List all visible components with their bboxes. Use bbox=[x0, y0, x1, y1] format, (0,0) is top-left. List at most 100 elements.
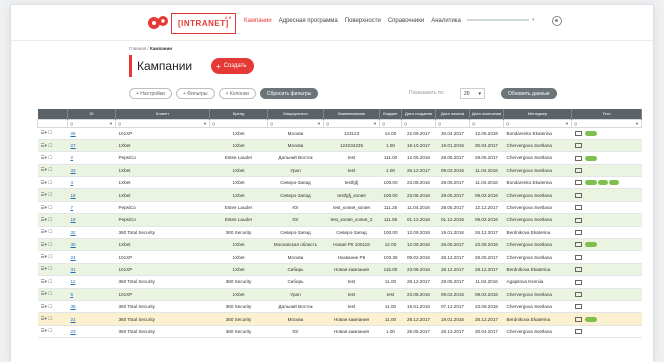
columns-button[interactable]: + Колонки bbox=[218, 88, 256, 99]
checkbox[interactable]: ☐ bbox=[48, 167, 52, 172]
campaign-id-link[interactable]: 18 bbox=[67, 188, 116, 202]
menu-icon[interactable]: ☰▾ bbox=[41, 130, 47, 135]
comment-icon[interactable] bbox=[574, 229, 582, 235]
create-button[interactable]: + Создать bbox=[211, 58, 255, 74]
row-actions[interactable]: ☰▾ ☐ bbox=[37, 226, 68, 240]
comment-icon[interactable] bbox=[574, 291, 582, 297]
menu-icon[interactable]: ☰▾ bbox=[41, 291, 47, 296]
table-row[interactable]: ☰▾ ☐ 31 101XP 1Xbet Сибирь Новая кампания 115.… bbox=[37, 263, 642, 277]
row-actions[interactable]: ☰▾ ☐ bbox=[37, 139, 68, 153]
column-header-name[interactable]: Наименование bbox=[323, 109, 380, 119]
menu-icon[interactable]: ☰▾ bbox=[41, 205, 47, 210]
row-actions[interactable]: ☰▾ ☐ bbox=[37, 238, 68, 252]
filters-button[interactable]: + Фильтры bbox=[175, 88, 215, 99]
campaign-id-link[interactable]: 7 bbox=[67, 201, 116, 215]
menu-icon[interactable]: ☰▾ bbox=[41, 229, 47, 234]
checkbox[interactable]: ☐ bbox=[48, 279, 52, 284]
tag-badge[interactable] bbox=[608, 180, 619, 186]
checkbox[interactable]: ☐ bbox=[48, 229, 52, 234]
filter-icon[interactable]: ▼ bbox=[203, 121, 207, 126]
nav-address-program[interactable]: Адресная программа bbox=[279, 18, 338, 24]
comment-icon[interactable] bbox=[574, 254, 582, 260]
checkbox[interactable]: ☐ bbox=[48, 316, 52, 321]
table-row[interactable]: ☰▾ ☐ 4 1Xbet 1Xbet Северо-Запад testfgfj 100.0… bbox=[37, 176, 642, 190]
checkbox[interactable]: ☐ bbox=[48, 155, 52, 160]
menu-icon[interactable]: ☰▾ bbox=[41, 266, 47, 271]
menu-icon[interactable]: ☰▾ bbox=[41, 167, 47, 172]
checkbox[interactable]: ☐ bbox=[48, 217, 52, 222]
campaign-id-link[interactable]: 32 bbox=[67, 226, 116, 240]
campaign-id-link[interactable]: 21 bbox=[67, 312, 116, 326]
table-row[interactable]: ☰▾ ☐ 18 1Xbet 1Xbet Северо-Запад testfgfj_коп… bbox=[37, 188, 642, 202]
campaign-id-link[interactable]: 33 bbox=[67, 164, 116, 178]
menu-icon[interactable]: ☰▾ bbox=[41, 192, 47, 197]
campaign-id-link[interactable]: 30 bbox=[67, 238, 116, 252]
checkbox[interactable]: ☐ bbox=[48, 266, 52, 271]
campaign-id-link[interactable]: 4 bbox=[67, 176, 116, 190]
campaign-id-link[interactable]: 31 bbox=[67, 263, 116, 277]
table-row[interactable]: ☰▾ ☐ 30 1Xbet 1Xbet Московская область Новая … bbox=[37, 238, 642, 252]
column-header-client[interactable]: Клиент bbox=[115, 109, 210, 119]
row-actions[interactable]: ☰▾ ☐ bbox=[37, 312, 68, 326]
table-row[interactable]: ☰▾ ☐ 23 360 Total Security 360 Security Юг Но… bbox=[37, 325, 642, 339]
filter-icon[interactable]: ▼ bbox=[109, 121, 113, 126]
comment-icon[interactable] bbox=[574, 205, 582, 211]
table-row[interactable]: ☰▾ ☐ 24 101XP 1Xbet Москва Название РК 100.36 0… bbox=[37, 250, 642, 264]
checkbox[interactable]: ☐ bbox=[48, 192, 52, 197]
tag-badge[interactable] bbox=[584, 155, 597, 161]
menu-icon[interactable]: ☰▾ bbox=[41, 242, 47, 247]
checkbox[interactable]: ☐ bbox=[48, 328, 52, 333]
filter-icon[interactable]: ▼ bbox=[373, 121, 377, 126]
menu-icon[interactable]: ☰▾ bbox=[41, 279, 47, 284]
comment-icon[interactable] bbox=[574, 316, 582, 322]
tag-badge[interactable] bbox=[584, 130, 597, 136]
filter-icon[interactable]: ▼ bbox=[317, 121, 321, 126]
comment-icon[interactable] bbox=[574, 143, 582, 149]
row-actions[interactable]: ☰▾ ☐ bbox=[37, 275, 68, 289]
checkbox[interactable]: ☐ bbox=[48, 205, 52, 210]
nav-directories[interactable]: Справочники bbox=[388, 18, 424, 24]
comment-icon[interactable] bbox=[574, 267, 582, 273]
table-row[interactable]: ☰▾ ☐ 2 PepsiCo Estee Lauder Дальний Восток te… bbox=[37, 151, 642, 165]
checkbox[interactable]: ☐ bbox=[48, 130, 52, 135]
campaign-id-link[interactable]: 36 bbox=[67, 300, 116, 314]
comment-icon[interactable] bbox=[574, 279, 582, 285]
tag-badge[interactable] bbox=[584, 180, 597, 186]
column-header-id[interactable]: ID bbox=[67, 109, 116, 119]
checkbox[interactable]: ☐ bbox=[48, 254, 52, 259]
column-header-brand[interactable]: Бренд bbox=[209, 109, 268, 119]
filter-icon[interactable]: ▼ bbox=[635, 121, 639, 126]
filter-input-manager[interactable]: Q ▼ bbox=[503, 118, 572, 128]
filter-input-client[interactable]: Q ▼ bbox=[115, 118, 210, 128]
column-header-manager[interactable]: Менеджер bbox=[503, 109, 572, 119]
page-size-select[interactable]: 20 ▾ bbox=[460, 88, 485, 99]
filter-input-budget[interactable]: Q bbox=[379, 118, 402, 128]
menu-icon[interactable]: ☰▾ bbox=[41, 143, 47, 148]
menu-icon[interactable]: ☰▾ bbox=[41, 180, 47, 185]
refresh-data-button[interactable]: Обновить данные bbox=[501, 88, 557, 99]
tag-badge[interactable] bbox=[597, 180, 608, 186]
campaign-id-link[interactable]: 11 bbox=[67, 275, 116, 289]
row-actions[interactable]: ☰▾ ☐ bbox=[37, 151, 68, 165]
table-row[interactable]: ☰▾ ☐ 19 PepsiCo Estee Lauder Юг test_копия_ко… bbox=[37, 213, 642, 227]
checkbox[interactable]: ☐ bbox=[48, 143, 52, 148]
row-actions[interactable]: ☰▾ ☐ bbox=[37, 250, 68, 264]
reset-filters-button[interactable]: Сбросить фильтры bbox=[259, 88, 319, 99]
column-header-created[interactable]: Дата создания bbox=[401, 109, 436, 119]
nav-analytics[interactable]: Аналитика bbox=[431, 18, 461, 24]
breadcrumb-home[interactable]: Главная bbox=[129, 46, 146, 51]
comment-icon[interactable] bbox=[574, 192, 582, 198]
row-actions[interactable]: ☰▾ ☐ bbox=[37, 201, 68, 215]
nav-campaigns[interactable]: Кампании bbox=[244, 18, 272, 24]
row-actions[interactable]: ☰▾ ☐ bbox=[37, 300, 68, 314]
comment-icon[interactable] bbox=[574, 130, 582, 136]
comment-icon[interactable] bbox=[574, 217, 582, 223]
column-header-region[interactable]: Макрорегион bbox=[267, 109, 324, 119]
campaign-id-link[interactable]: 2 bbox=[67, 151, 116, 165]
row-actions[interactable]: ☰▾ ☐ bbox=[37, 176, 68, 190]
checkbox[interactable]: ☐ bbox=[48, 304, 52, 309]
campaign-id-link[interactable]: 23 bbox=[67, 325, 116, 339]
checkbox[interactable]: ☐ bbox=[48, 242, 52, 247]
comment-icon[interactable] bbox=[574, 180, 582, 186]
table-row[interactable]: ☰▾ ☐ 36 360 Total Security 360 Security Даль… bbox=[37, 300, 642, 314]
